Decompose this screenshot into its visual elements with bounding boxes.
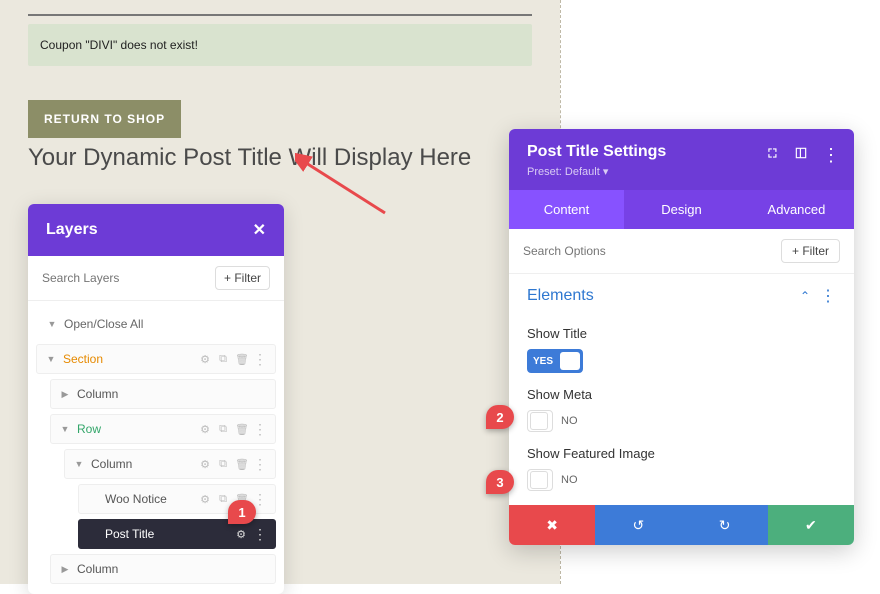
trash-icon[interactable]: 🗑	[235, 423, 247, 435]
tree-item-label: Woo Notice	[105, 492, 199, 506]
gear-icon[interactable]: ⚙	[199, 458, 211, 470]
divider	[28, 14, 532, 16]
layers-header: Layers ✕	[28, 204, 284, 256]
redo-button[interactable]: ↻	[682, 505, 768, 545]
caret-down-icon: ▼	[45, 354, 57, 364]
caret-down-icon: ▼	[46, 319, 58, 329]
tree-item-column[interactable]: ▶ Column	[50, 554, 276, 584]
duplicate-icon[interactable]: ⧉	[217, 493, 229, 505]
kebab-icon[interactable]: ⋮	[253, 424, 267, 434]
gear-icon[interactable]: ⚙	[235, 528, 247, 540]
open-close-all[interactable]: ▼ Open/Close All	[36, 309, 276, 339]
tab-design[interactable]: Design	[624, 190, 739, 229]
open-close-all-label: Open/Close All	[64, 317, 143, 331]
settings-tabs: Content Design Advanced	[509, 190, 854, 229]
preset-selector[interactable]: Preset: Default ▾	[527, 165, 836, 178]
redo-icon: ↻	[719, 517, 731, 534]
settings-panel: Post Title Settings Preset: Default ▾ ⋮ …	[509, 129, 854, 545]
tree-item-row[interactable]: ▼ Row ⚙ ⧉ 🗑 ⋮	[50, 414, 276, 444]
trash-icon[interactable]: 🗑	[235, 458, 247, 470]
tree-item-column[interactable]: ▼ Column ⚙ ⧉ 🗑 ⋮	[64, 449, 276, 479]
tree-item-label: Post Title	[105, 527, 235, 541]
kebab-icon[interactable]: ⋮	[253, 354, 267, 364]
layers-search-row: + Filter	[28, 256, 284, 301]
gear-icon[interactable]: ⚙	[199, 423, 211, 435]
kebab-icon[interactable]: ⋮	[253, 459, 267, 469]
toggle-value: NO	[561, 415, 578, 427]
layers-tree: ▼ Open/Close All ▼ Section ⚙ ⧉ 🗑 ⋮ ▶ Col…	[28, 301, 284, 594]
duplicate-icon[interactable]: ⧉	[217, 423, 229, 435]
check-icon: ✔	[805, 517, 817, 534]
show-meta-label: Show Meta	[527, 387, 836, 402]
duplicate-icon[interactable]: ⧉	[217, 458, 229, 470]
show-featured-image-toggle[interactable]: NO	[527, 469, 836, 491]
tree-item-column[interactable]: ▶ Column	[50, 379, 276, 409]
duplicate-icon[interactable]: ⧉	[217, 353, 229, 365]
annotation-marker-3: 3	[486, 470, 514, 494]
expand-icon[interactable]	[766, 146, 780, 165]
tree-item-section[interactable]: ▼ Section ⚙ ⧉ 🗑 ⋮	[36, 344, 276, 374]
tab-advanced[interactable]: Advanced	[739, 190, 854, 229]
close-icon[interactable]: ✕	[253, 220, 266, 240]
panel-layout-icon[interactable]	[794, 146, 808, 165]
layers-panel: Layers ✕ + Filter ▼ Open/Close All ▼ Sec…	[28, 204, 284, 594]
cancel-button[interactable]: ✖	[509, 505, 595, 545]
annotation-marker-2: 2	[486, 405, 514, 429]
section-elements-title: Elements	[527, 287, 594, 305]
show-title-toggle[interactable]: YES	[527, 349, 836, 373]
chevron-up-icon: ⌃	[800, 289, 810, 303]
undo-icon: ↺	[633, 517, 645, 534]
tree-item-label: Column	[91, 457, 199, 471]
layers-filter-button[interactable]: + Filter	[215, 266, 270, 290]
kebab-icon[interactable]: ⋮	[822, 145, 840, 166]
settings-filter-button[interactable]: + Filter	[781, 239, 840, 263]
show-meta-toggle[interactable]: NO	[527, 410, 836, 432]
dynamic-post-title: Your Dynamic Post Title Will Display Her…	[28, 144, 560, 172]
tree-item-label: Column	[77, 562, 267, 576]
layers-search-input[interactable]	[42, 271, 215, 285]
save-button[interactable]: ✔	[768, 505, 854, 545]
caret-down-icon: ▾	[603, 166, 609, 178]
tree-item-label: Row	[77, 422, 199, 436]
settings-body: Show Title YES Show Meta NO Show Feature…	[509, 310, 854, 505]
toggle-value: NO	[561, 474, 578, 486]
caret-right-icon: ▶	[59, 564, 71, 575]
section-elements-header[interactable]: Elements ⌃ ⋮	[509, 274, 854, 310]
show-title-label: Show Title	[527, 326, 836, 341]
woo-notice-text: Coupon "DIVI" does not exist!	[40, 38, 198, 52]
close-icon: ✖	[546, 517, 558, 534]
kebab-icon[interactable]: ⋮	[253, 529, 267, 539]
kebab-icon[interactable]: ⋮	[253, 494, 267, 504]
kebab-icon[interactable]: ⋮	[820, 286, 836, 306]
gear-icon[interactable]: ⚙	[199, 493, 211, 505]
settings-header: Post Title Settings Preset: Default ▾ ⋮	[509, 129, 854, 190]
trash-icon[interactable]: 🗑	[235, 353, 247, 365]
annotation-arrow	[295, 153, 405, 223]
settings-search-row: + Filter	[509, 229, 854, 274]
layers-title: Layers	[46, 221, 98, 239]
show-featured-image-label: Show Featured Image	[527, 446, 836, 461]
tree-item-label: Column	[77, 387, 267, 401]
caret-down-icon: ▼	[73, 459, 85, 469]
tab-content[interactable]: Content	[509, 190, 624, 229]
gear-icon[interactable]: ⚙	[199, 353, 211, 365]
toggle-value: YES	[533, 356, 553, 367]
tree-item-label: Section	[63, 352, 199, 366]
caret-right-icon: ▶	[59, 389, 71, 400]
return-to-shop-label: RETURN TO SHOP	[44, 112, 165, 126]
caret-down-icon: ▼	[59, 424, 71, 434]
settings-footer: ✖ ↺ ↻ ✔	[509, 505, 854, 545]
annotation-marker-1: 1	[228, 500, 256, 524]
undo-button[interactable]: ↺	[595, 505, 681, 545]
woo-notice-banner: Coupon "DIVI" does not exist!	[28, 24, 532, 66]
return-to-shop-button[interactable]: RETURN TO SHOP	[28, 100, 181, 138]
settings-search-input[interactable]	[523, 244, 781, 258]
